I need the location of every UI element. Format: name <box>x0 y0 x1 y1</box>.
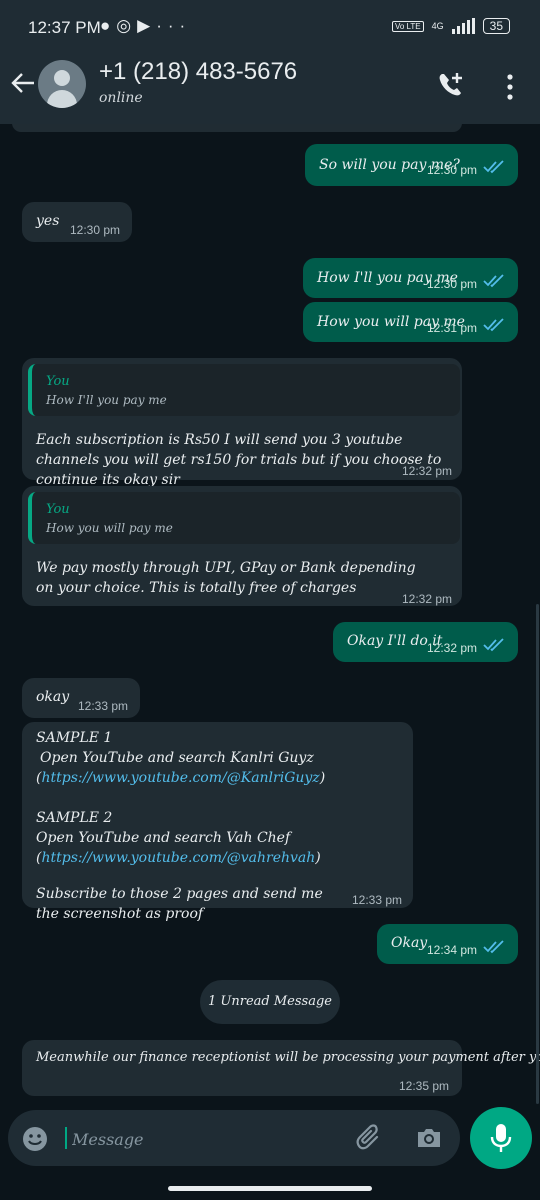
chat-notification-icon: ● <box>100 16 117 35</box>
unread-messages-divider: 1 Unread Message <box>200 980 340 1024</box>
status-bar: 12:37 PM ●◎▶··· Vo LTE 4G 35 <box>0 0 540 56</box>
network-type: 4G <box>431 21 444 31</box>
message-time: 12:34 pm <box>427 943 478 957</box>
youtube-link[interactable]: https://www.youtube.com/@KanlriGuyz <box>41 770 319 786</box>
message-time: 12:32 pm <box>402 464 453 478</box>
closing-instruction: Subscribe to those 2 pages and send me t… <box>36 886 323 922</box>
message-text: We pay mostly through UPI, GPay or Bank … <box>36 560 416 596</box>
battery-icon: 35 <box>482 18 510 34</box>
signal-icon <box>451 18 475 34</box>
message-bubble-outgoing[interactable]: So will you pay me? 12:30 pm <box>305 144 518 186</box>
text-cursor <box>65 1127 67 1149</box>
quoted-message[interactable]: You How you will pay me <box>28 492 460 544</box>
message-time: 12:32 pm <box>402 592 453 606</box>
add-call-icon[interactable] <box>436 70 466 100</box>
read-ticks-icon <box>483 318 504 332</box>
message-time: 12:30 pm <box>70 223 121 237</box>
more-notifications-icon: ··· <box>156 16 192 35</box>
partial-message <box>12 124 462 132</box>
read-ticks-icon <box>483 160 504 174</box>
message-bubble-outgoing[interactable]: Okay I'll do it 12:32 pm <box>333 622 518 662</box>
camera-icon[interactable] <box>415 1126 443 1150</box>
message-time: 12:32 pm <box>427 641 478 655</box>
sample-instruction: Open YouTube and search Kanlri Guyz <box>40 750 314 766</box>
quoted-message[interactable]: You How I'll you pay me <box>28 364 460 416</box>
message-bubble-outgoing[interactable]: How you will pay me 12:31 pm <box>303 302 518 342</box>
message-bubble-incoming[interactable]: You How I'll you pay me Each subscriptio… <box>22 358 462 488</box>
volte-icon: Vo LTE <box>391 20 424 32</box>
chat-area[interactable]: So will you pay me? 12:30 pm yes 12:30 p… <box>0 124 540 1110</box>
message-text: Meanwhile our finance receptionist will … <box>36 1050 540 1065</box>
read-ticks-icon <box>483 940 504 954</box>
message-bubble-incoming[interactable]: yes 12:30 pm <box>22 202 132 242</box>
message-bubble-incoming[interactable]: You How you will pay me We pay mostly th… <box>22 486 462 606</box>
chat-header: +1 (218) 483-5676 online <box>0 56 540 124</box>
message-time: 12:30 pm <box>427 277 478 291</box>
message-time: 12:33 pm <box>78 699 129 713</box>
back-arrow-icon[interactable] <box>10 70 36 104</box>
message-text: okay <box>36 689 70 705</box>
sample-title: SAMPLE 1 <box>36 730 113 746</box>
message-bubble-outgoing[interactable]: How I'll you pay me 12:30 pm <box>303 258 518 298</box>
quote-text: How you will pay me <box>46 521 173 535</box>
microphone-button[interactable] <box>470 1107 532 1169</box>
sample-instruction: Open YouTube and search Vah Chef <box>36 830 291 846</box>
message-time: 12:35 pm <box>399 1079 450 1093</box>
attach-icon[interactable] <box>355 1124 385 1154</box>
message-time: 12:30 pm <box>427 163 478 177</box>
message-text: Each subscription is Rs50 I will send yo… <box>36 432 442 488</box>
microphone-icon <box>490 1124 512 1152</box>
message-text: Okay <box>391 935 428 951</box>
notification-icons: ●◎▶··· <box>100 16 191 36</box>
message-composer <box>8 1110 460 1166</box>
quote-author: You <box>46 502 70 517</box>
avatar[interactable] <box>38 60 86 108</box>
message-time: 12:31 pm <box>427 321 478 335</box>
more-options-icon[interactable] <box>500 72 520 102</box>
contact-status: online <box>99 90 143 106</box>
home-indicator[interactable] <box>168 1186 372 1191</box>
status-time: 12:37 PM <box>28 18 101 37</box>
contact-name[interactable]: +1 (218) 483-5676 <box>99 58 297 86</box>
message-text: SAMPLE 1 Open YouTube and search Kanlri … <box>36 728 406 924</box>
emoji-icon[interactable] <box>22 1126 48 1152</box>
message-bubble-outgoing[interactable]: Okay 12:34 pm <box>377 924 518 964</box>
message-bubble-incoming[interactable]: SAMPLE 1 Open YouTube and search Kanlri … <box>22 722 413 922</box>
whatsapp-notification-icon: ◎ <box>116 16 138 35</box>
message-bubble-incoming[interactable]: okay 12:33 pm <box>22 678 140 718</box>
message-text: yes <box>36 213 60 229</box>
scrollbar[interactable] <box>536 604 539 1104</box>
read-ticks-icon <box>483 274 504 288</box>
sample-title: SAMPLE 2 <box>36 810 113 826</box>
quote-text: How I'll you pay me <box>46 393 167 407</box>
youtube-notification-icon: ▶ <box>137 16 157 35</box>
quote-author: You <box>46 374 70 389</box>
read-ticks-icon <box>483 638 504 652</box>
message-time: 12:33 pm <box>352 893 403 907</box>
message-input[interactable] <box>70 1120 344 1158</box>
message-bubble-incoming[interactable]: Meanwhile our finance receptionist will … <box>22 1040 540 1096</box>
youtube-link[interactable]: https://www.youtube.com/@vahrehvah <box>41 850 315 866</box>
